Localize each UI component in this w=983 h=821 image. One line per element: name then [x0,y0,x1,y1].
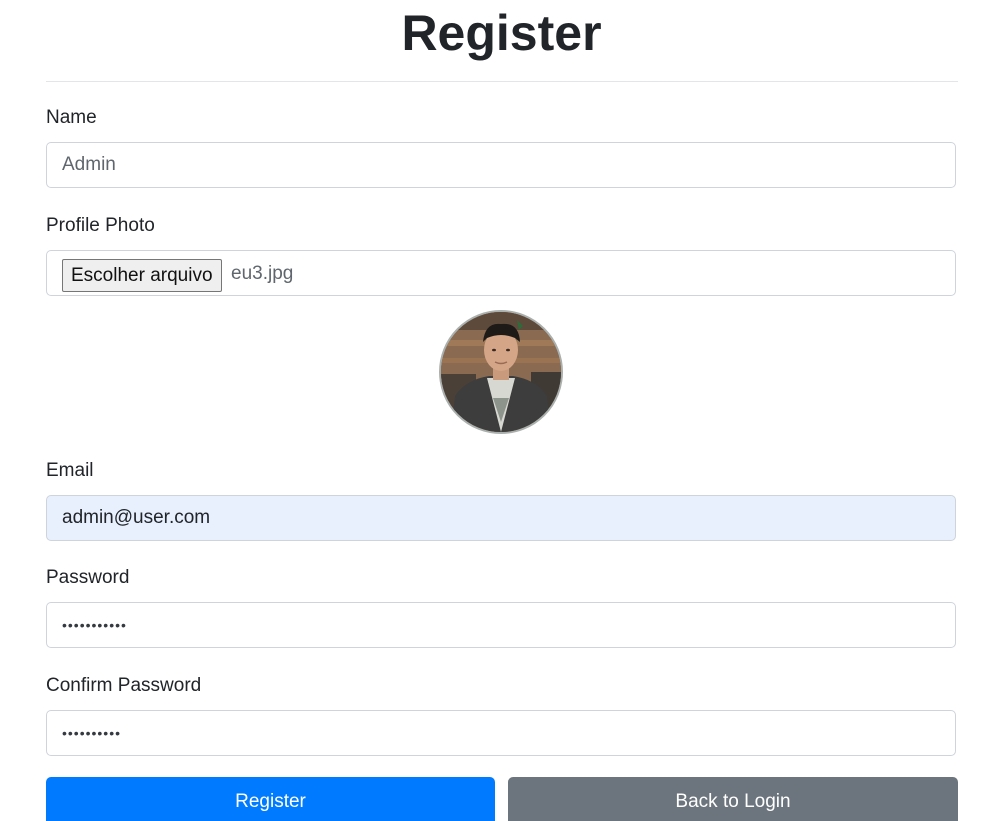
name-label: Name [46,107,97,128]
avatar-photo-icon [441,312,561,432]
register-page: Register Name Admin Profile Photo Escolh… [0,0,983,821]
choose-file-button[interactable]: Escolher arquivo [62,259,222,292]
register-button[interactable]: Register [46,777,495,821]
profile-photo-file-input[interactable]: Escolher arquivo eu3.jpg [46,250,956,296]
back-to-login-button[interactable]: Back to Login [508,777,958,821]
profile-photo-label: Profile Photo [46,215,155,236]
email-input[interactable]: admin@user.com [46,495,956,541]
password-input[interactable]: ••••••••••• [46,602,956,648]
confirm-password-input[interactable]: •••••••••• [46,710,956,756]
profile-photo-preview [439,310,563,434]
name-input[interactable]: Admin [46,142,956,188]
password-label: Password [46,567,130,588]
email-label: Email [46,460,94,481]
selected-file-name: eu3.jpg [231,263,294,284]
title-divider [46,81,958,82]
confirm-password-label: Confirm Password [46,675,202,696]
page-title: Register [401,5,602,61]
